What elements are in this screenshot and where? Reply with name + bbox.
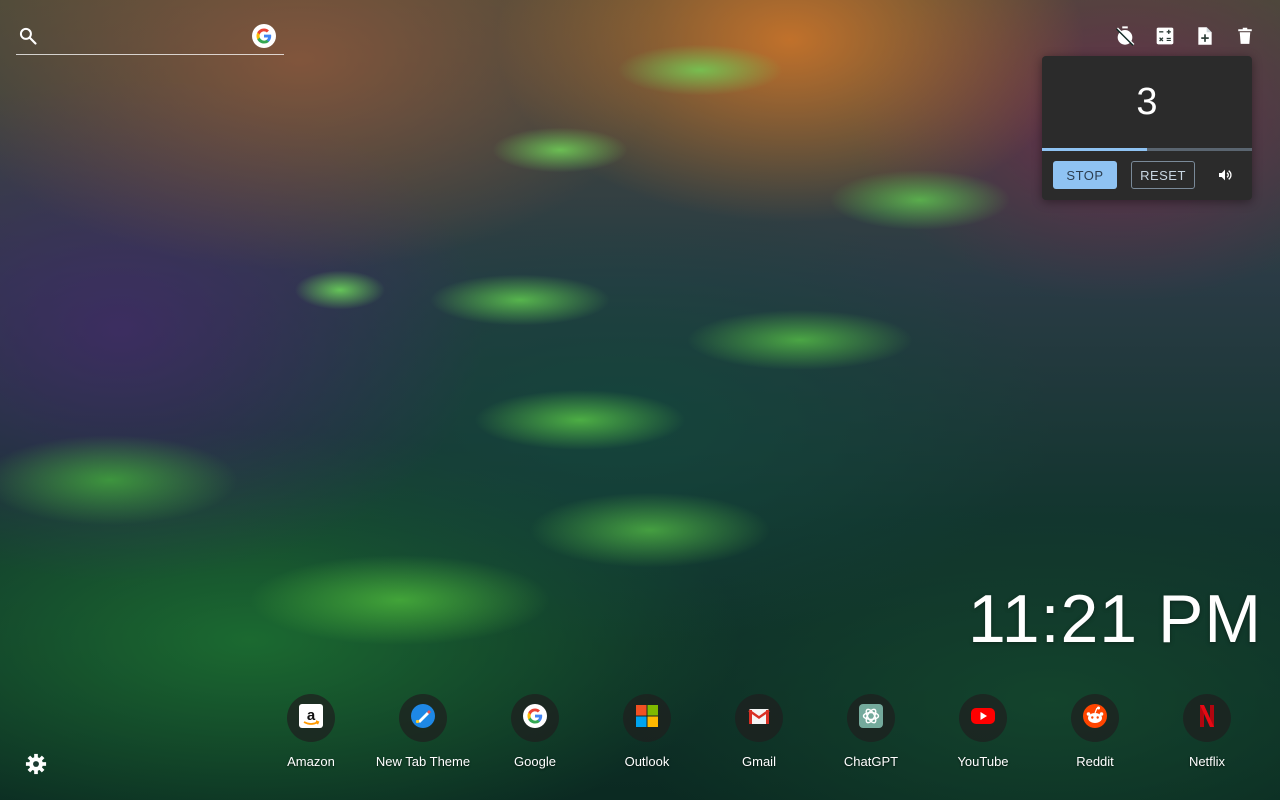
new-tab-theme-icon [410,703,436,734]
shortcut-icon-container [399,694,447,742]
stop-button[interactable]: STOP [1053,161,1117,189]
shortcut-amazon[interactable]: a Amazon [255,694,367,769]
google-icon [522,703,548,734]
reddit-icon [1082,703,1108,734]
gmail-icon [747,704,771,733]
shortcut-icon-container [1071,694,1119,742]
clock: 11:21 PM [967,581,1262,657]
shortcut-label: ChatGPT [843,754,899,769]
gear-icon[interactable] [24,752,48,776]
shortcut-label: Outlook [624,754,670,769]
google-icon[interactable] [252,24,276,48]
shortcut-label: Netflix [1188,754,1226,769]
youtube-icon [970,706,996,731]
shortcut-icon-container [735,694,783,742]
timer-panel: 3 STOP RESET [1042,56,1252,200]
shortcut-label: YouTube [957,754,1009,769]
search-input[interactable] [50,22,254,52]
chatgpt-icon [858,703,884,734]
shortcut-label: New Tab Theme [375,754,471,769]
shortcut-icon-container [511,694,559,742]
amazon-icon: a [298,703,324,734]
shortcut-icon-container [959,694,1007,742]
shortcut-label: Google [514,754,556,769]
shortcut-icon-container: a [287,694,335,742]
timer-progress-bar [1042,148,1252,151]
timer-value: 3 [1136,80,1158,123]
shortcut-google[interactable]: Google [479,694,591,769]
netflix-icon [1197,703,1217,734]
reset-button[interactable]: RESET [1131,161,1195,189]
search-bar [16,18,284,55]
timer-off-icon[interactable] [1114,24,1136,48]
volume-icon[interactable] [1216,166,1234,184]
shortcut-icon-container [847,694,895,742]
shortcut-icon-container [1183,694,1231,742]
new-tab-page: 3 STOP RESET 11:21 PM a Amazon New Tab T… [0,0,1280,800]
timer-progress-fill [1042,148,1147,151]
delete-icon[interactable] [1234,24,1256,48]
shortcut-gmail[interactable]: Gmail [703,694,815,769]
shortcut-youtube[interactable]: YouTube [927,694,1039,769]
shortcut-label: Reddit [1076,754,1114,769]
shortcut-label: Gmail [742,754,776,769]
note-add-icon[interactable] [1194,24,1216,48]
shortcut-new-tab-theme[interactable]: New Tab Theme [367,694,479,769]
microsoft-icon [635,704,659,733]
shortcut-reddit[interactable]: Reddit [1039,694,1151,769]
top-toolbar [1114,24,1256,48]
shortcut-outlook[interactable]: Outlook [591,694,703,769]
svg-text:a: a [307,707,316,724]
shortcut-label: Amazon [287,754,335,769]
shortcut-icon-container [623,694,671,742]
search-icon[interactable] [18,26,38,46]
calculator-icon[interactable] [1154,24,1176,48]
shortcut-chatgpt[interactable]: ChatGPT [815,694,927,769]
shortcut-netflix[interactable]: Netflix [1151,694,1263,769]
